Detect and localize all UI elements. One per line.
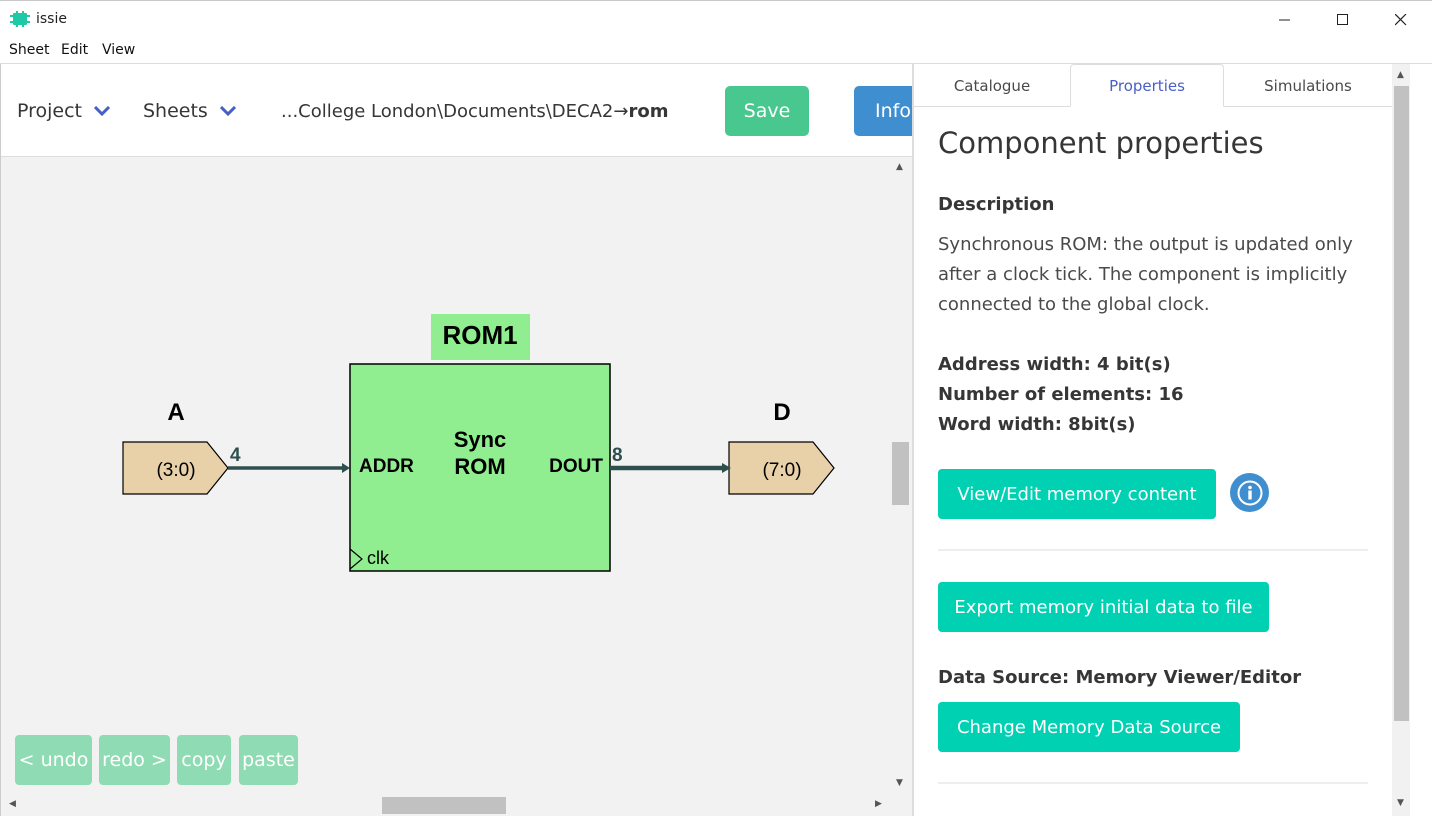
scroll-up-icon[interactable]: ▲ <box>1397 70 1404 80</box>
data-source-label: Data Source: Memory Viewer/Editor <box>938 667 1302 688</box>
page-title: Component properties <box>938 126 1264 160</box>
word-width: Word width: 8bit(s) <box>938 414 1136 435</box>
schematic-drawing: ROM1 Sync ROM ADDR DOUT clk A (3:0) 4 D … <box>122 314 835 572</box>
path-prefix: ...College London\Documents\DECA2 <box>281 101 614 122</box>
minimize-button[interactable] <box>1256 1 1314 39</box>
output-label: D <box>773 399 790 426</box>
scroll-up-icon[interactable]: ▲ <box>896 162 903 172</box>
paste-button[interactable]: paste <box>239 735 298 785</box>
scroll-left-icon[interactable]: ◀ <box>9 799 16 809</box>
port-dout-label: DOUT <box>549 456 603 477</box>
window-titlebar: issie <box>0 0 1432 38</box>
chevron-down-icon <box>94 106 111 116</box>
project-dropdown[interactable]: Project <box>17 100 111 122</box>
sheet-path: ...College London\Documents\DECA2→rom <box>281 101 668 122</box>
redo-button[interactable]: redo > <box>99 735 170 785</box>
tab-catalogue[interactable]: Catalogue <box>914 64 1070 107</box>
output-width-label: 8 <box>612 445 623 466</box>
chevron-down-icon <box>219 106 236 116</box>
properties-panel: Catalogue Properties Simulations ▲ ▼ Com… <box>912 64 1432 816</box>
schematic-canvas[interactable]: ROM1 Sync ROM ADDR DOUT clk A (3:0) 4 D … <box>1 158 912 816</box>
component-name-line1: Sync <box>454 427 507 452</box>
info-glyph-icon <box>1237 480 1262 505</box>
info-icon[interactable] <box>1230 473 1269 512</box>
vertical-scrollbar-thumb[interactable] <box>892 442 909 505</box>
divider <box>938 549 1368 551</box>
output-range: (7:0) <box>762 460 801 481</box>
close-icon <box>1395 14 1407 26</box>
component-label: ROM1 <box>442 320 517 350</box>
tab-simulations[interactable]: Simulations <box>1224 64 1392 107</box>
input-range: (3:0) <box>156 460 195 481</box>
tab-bar: Catalogue Properties Simulations <box>914 64 1392 107</box>
wire-arrow <box>342 463 350 473</box>
menu-edit[interactable]: Edit <box>61 42 88 58</box>
sheets-dropdown[interactable]: Sheets <box>143 100 236 122</box>
scroll-right-icon[interactable]: ▶ <box>875 799 882 809</box>
horizontal-scrollbar-thumb[interactable] <box>382 797 506 814</box>
component-name-line2: ROM <box>454 454 505 479</box>
scroll-down-icon[interactable]: ▼ <box>896 778 903 788</box>
address-width: Address width: 4 bit(s) <box>938 354 1171 375</box>
input-label: A <box>167 399 184 426</box>
issie-app-icon <box>10 11 30 27</box>
description-heading: Description <box>938 194 1055 215</box>
save-button[interactable]: Save <box>725 86 809 136</box>
project-label: Project <box>17 100 83 122</box>
tab-properties[interactable]: Properties <box>1070 64 1224 107</box>
undo-button[interactable]: < undo <box>15 735 92 785</box>
path-arrow: → <box>613 101 629 122</box>
path-sheet-name: rom <box>628 101 669 122</box>
maximize-icon <box>1337 14 1348 25</box>
view-edit-memory-button[interactable]: View/Edit memory content <box>938 469 1216 519</box>
export-memory-button[interactable]: Export memory initial data to file <box>938 582 1269 632</box>
port-clk-label: clk <box>367 548 390 568</box>
copy-button[interactable]: copy <box>177 735 231 785</box>
maximize-button[interactable] <box>1314 1 1372 39</box>
port-addr-label: ADDR <box>359 456 414 477</box>
window-title: issie <box>36 11 67 27</box>
menu-view[interactable]: View <box>102 42 135 58</box>
sheets-label: Sheets <box>143 100 208 122</box>
close-button[interactable] <box>1372 1 1430 39</box>
menu-bar: Sheet Edit View <box>0 38 1432 64</box>
change-data-source-button[interactable]: Change Memory Data Source <box>938 702 1240 752</box>
scroll-down-icon[interactable]: ▼ <box>1397 798 1404 808</box>
menu-sheet[interactable]: Sheet <box>9 42 49 58</box>
top-toolbar: Project Sheets ...College London\Documen… <box>1 64 913 157</box>
minimize-icon <box>1279 19 1290 21</box>
divider <box>938 782 1368 784</box>
schematic-panel: Project Sheets ...College London\Documen… <box>0 64 913 816</box>
description-text: Synchronous ROM: the output is updated o… <box>938 234 1353 315</box>
number-of-elements: Number of elements: 16 <box>938 384 1184 405</box>
vertical-scrollbar-thumb[interactable] <box>1394 86 1409 721</box>
input-width-label: 4 <box>230 445 241 466</box>
info-button[interactable]: Info <box>854 86 913 136</box>
